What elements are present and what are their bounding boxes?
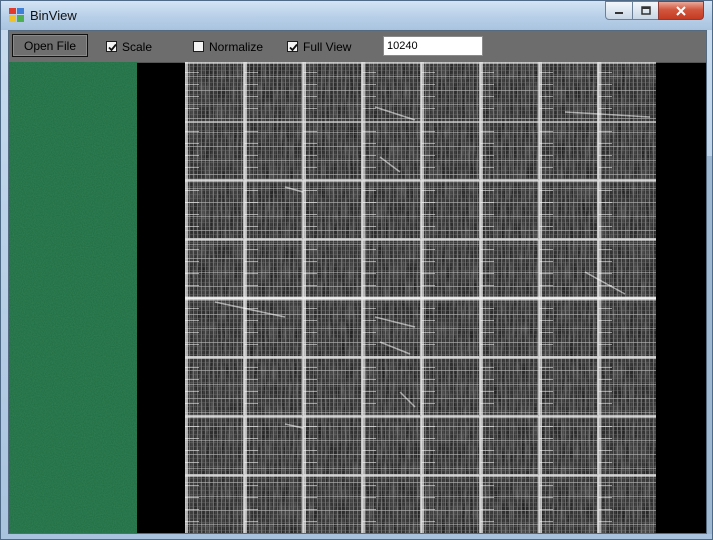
- green-noise-texture: [9, 62, 137, 533]
- app-icon: [9, 8, 24, 22]
- app-window: BinView Open File Scale Normalize Full V…: [0, 0, 713, 540]
- scale-checkbox[interactable]: [106, 41, 117, 52]
- close-button[interactable]: [658, 1, 704, 20]
- size-input[interactable]: 10240: [383, 36, 483, 56]
- window-title: BinView: [30, 8, 77, 23]
- maximize-icon: [640, 5, 651, 15]
- color-preview-panel: [9, 62, 137, 533]
- title-bar[interactable]: BinView: [1, 1, 712, 30]
- scale-label: Scale: [122, 40, 153, 54]
- checkmark-icon: [108, 43, 117, 52]
- toolbar: Open File Scale Normalize Full View 1024…: [9, 31, 706, 63]
- close-icon: [676, 5, 686, 16]
- binary-pattern-image: [185, 62, 656, 533]
- minimize-icon: [615, 11, 623, 14]
- full-view-checkbox[interactable]: [287, 41, 298, 52]
- client-area: Open File Scale Normalize Full View 1024…: [8, 30, 707, 534]
- minimize-button[interactable]: [605, 1, 633, 20]
- full-view-label: Full View: [303, 40, 352, 54]
- binary-visualization[interactable]: [185, 62, 656, 533]
- open-file-button[interactable]: Open File: [12, 34, 88, 57]
- normalize-checkbox[interactable]: [193, 41, 204, 52]
- normalize-label: Normalize: [209, 40, 264, 54]
- checkmark-icon: [289, 43, 298, 52]
- maximize-button[interactable]: [632, 1, 659, 20]
- window-edge-scroll: [707, 156, 712, 534]
